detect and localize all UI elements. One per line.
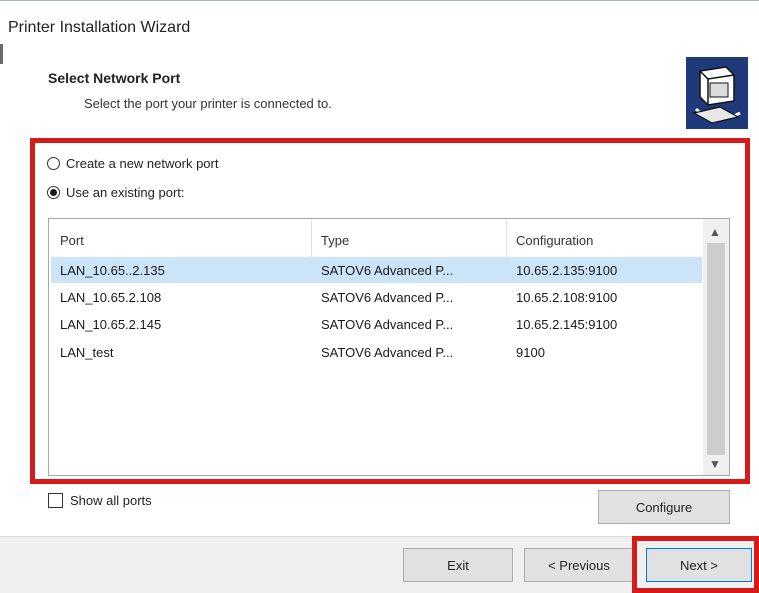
show-all-ports-checkbox[interactable] xyxy=(48,493,63,508)
next-button-highlight xyxy=(632,536,759,593)
port-cell: LAN_10.65.2.108 xyxy=(60,290,162,305)
use-existing-port-radio[interactable] xyxy=(47,186,60,199)
exit-button[interactable]: Exit xyxy=(403,548,513,582)
configuration-cell: 10.65.2.108:9100 xyxy=(516,290,618,305)
type-cell: SATOV6 Advanced P... xyxy=(321,290,454,305)
scrollbar-thumb[interactable] xyxy=(707,243,725,455)
window-titlebar: Printer Installation Wizard xyxy=(0,0,759,44)
port-cell: LAN_10.65.2.145 xyxy=(60,317,162,332)
create-new-port-label: Create a new network port xyxy=(66,156,219,171)
column-header-configuration[interactable]: Configuration xyxy=(516,233,593,248)
chevron-up-icon[interactable]: ▲ xyxy=(709,225,721,239)
page-title: Select Network Port xyxy=(48,70,181,86)
type-cell: SATOV6 Advanced P... xyxy=(321,345,454,360)
create-new-port-option[interactable]: Create a new network port xyxy=(47,156,218,171)
column-header-port[interactable]: Port xyxy=(60,233,84,248)
type-cell: SATOV6 Advanced P... xyxy=(321,263,454,278)
vertical-scrollbar[interactable]: ▲ ▼ xyxy=(703,219,729,475)
table-row[interactable]: LAN_test SATOV6 Advanced P... 9100 xyxy=(51,339,702,365)
show-all-ports-option[interactable]: Show all ports xyxy=(48,493,152,508)
configuration-cell: 9100 xyxy=(516,345,545,360)
configure-button[interactable]: Configure xyxy=(598,490,730,524)
table-row[interactable]: LAN_10.65.2.145 SATOV6 Advanced P... 10.… xyxy=(51,311,702,337)
window-edge xyxy=(0,44,3,64)
previous-button[interactable]: < Previous xyxy=(524,548,634,582)
use-existing-port-option[interactable]: Use an existing port: xyxy=(47,185,185,200)
show-all-ports-label: Show all ports xyxy=(70,493,152,508)
type-cell: SATOV6 Advanced P... xyxy=(321,317,454,332)
page-subtitle: Select the port your printer is connecte… xyxy=(84,96,332,111)
table-row[interactable]: LAN_10.65.2.108 SATOV6 Advanced P... 10.… xyxy=(51,284,702,310)
column-divider xyxy=(506,219,507,257)
port-cell: LAN_10.65..2.135 xyxy=(60,263,165,278)
column-header-type[interactable]: Type xyxy=(321,233,349,248)
port-list[interactable]: Port Type Configuration LAN_10.65..2.135… xyxy=(48,218,730,476)
create-new-port-radio[interactable] xyxy=(47,157,60,170)
printer-setup-icon xyxy=(686,57,748,129)
window-title: Printer Installation Wizard xyxy=(8,19,191,36)
port-cell: LAN_test xyxy=(60,345,114,360)
configuration-cell: 10.65.2.135:9100 xyxy=(516,263,618,278)
table-row[interactable]: LAN_10.65..2.135 SATOV6 Advanced P... 10… xyxy=(51,257,702,283)
configuration-cell: 10.65.2.145:9100 xyxy=(516,317,618,332)
column-divider xyxy=(311,219,312,257)
use-existing-port-label: Use an existing port: xyxy=(66,185,185,200)
chevron-down-icon[interactable]: ▼ xyxy=(709,457,721,471)
